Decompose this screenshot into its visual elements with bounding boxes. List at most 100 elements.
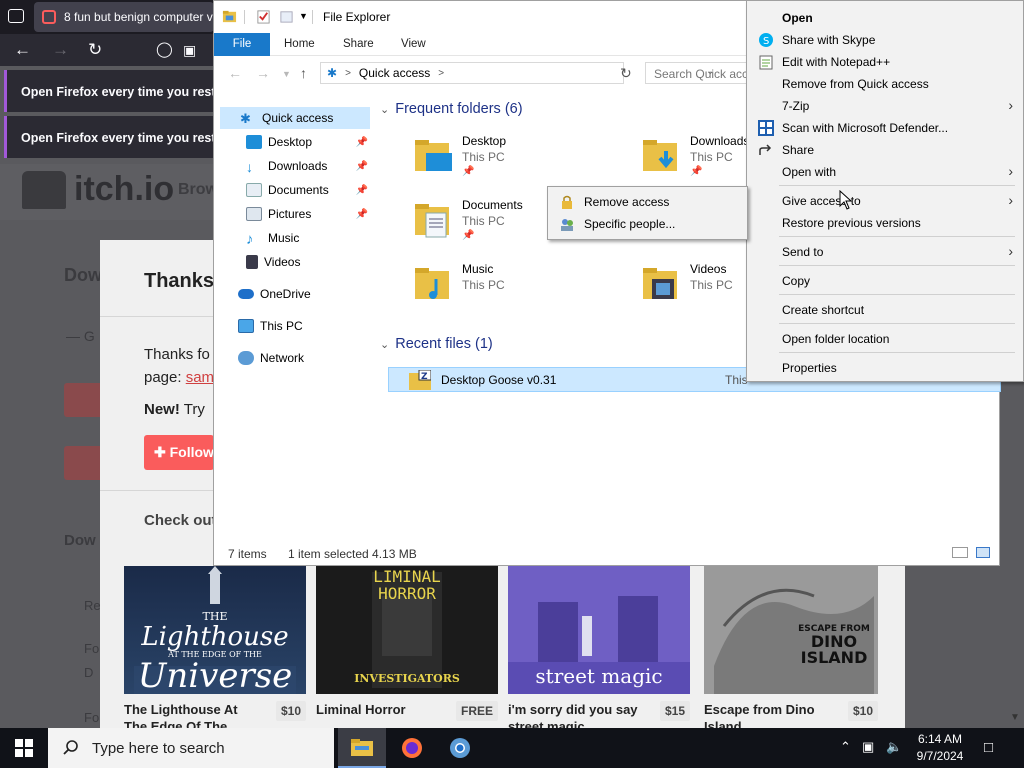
menu-item-restore-versions[interactable]: Restore previous versions xyxy=(749,212,1021,234)
properties-icon[interactable] xyxy=(256,9,271,24)
taskbar-search-box[interactable]: Type here to search xyxy=(48,728,334,768)
menu-item-open[interactable]: Open xyxy=(749,7,1021,29)
recent-locations-icon[interactable]: ▼ xyxy=(282,69,291,79)
game-card[interactable]: THE Lighthouse AT THE EDGE OF THE Univer… xyxy=(124,566,306,729)
game-card[interactable]: ESCAPE FROM DINO ISLAND Escape from Dino… xyxy=(704,566,878,729)
network-icon[interactable]: ▣ xyxy=(862,739,874,755)
menu-item-give-access[interactable]: Give access to › xyxy=(749,190,1021,212)
game-card[interactable]: street magic i'm sorry did you say stree… xyxy=(508,566,690,729)
chevron-down-icon[interactable]: ⌄ xyxy=(380,103,389,116)
taskbar-chrome[interactable] xyxy=(436,728,484,768)
tab-home[interactable]: Home xyxy=(284,33,315,56)
game-cover[interactable]: street magic xyxy=(508,566,690,694)
menu-item-7zip[interactable]: 7-Zip › xyxy=(749,95,1021,117)
new-text: Try xyxy=(179,401,205,418)
scroll-down-arrow-icon[interactable]: ▼ xyxy=(1010,712,1020,723)
forward-arrow-icon[interactable]: → xyxy=(256,65,270,81)
itch-favicon-icon xyxy=(42,10,56,24)
tab-file[interactable]: File xyxy=(214,33,270,56)
forward-arrow-icon[interactable]: → xyxy=(52,41,69,59)
menu-item-create-shortcut[interactable]: Create shortcut xyxy=(749,299,1021,321)
frequent-folders-header[interactable]: ⌄ Frequent folders (6) xyxy=(380,101,523,117)
game-card[interactable]: LIMINAL HORROR INVESTIGATORS Liminal Hor… xyxy=(316,566,498,721)
menu-item-remove-quick-access[interactable]: Remove from Quick access xyxy=(749,73,1021,95)
nav-item-pictures[interactable]: Pictures 📌 xyxy=(214,203,372,225)
menu-label: Remove from Quick access xyxy=(782,77,929,91)
tab-view[interactable]: View xyxy=(401,33,426,56)
search-placeholder: Type here to search xyxy=(92,739,225,757)
notification-icon[interactable]: □ xyxy=(984,739,993,756)
download-button[interactable] xyxy=(64,383,104,417)
browse-link[interactable]: Brow xyxy=(178,181,218,199)
start-button[interactable] xyxy=(0,728,48,768)
firefox-default-banner[interactable]: Open Firefox every time you resta xyxy=(4,70,214,112)
shield-icon[interactable]: ◯ xyxy=(156,41,173,59)
menu-item-remove-access[interactable]: Remove access xyxy=(550,191,746,213)
lock-icon[interactable]: ▣ xyxy=(183,41,196,59)
nav-item-quick-access[interactable]: ✱ Quick access xyxy=(220,107,370,129)
zip-folder-icon: Z xyxy=(409,369,431,390)
menu-item-open-folder-location[interactable]: Open folder location xyxy=(749,328,1021,350)
menu-item-edit-notepad[interactable]: Edit with Notepad++ xyxy=(749,51,1021,73)
menu-label: Share with Skype xyxy=(782,33,876,47)
chevron-down-icon[interactable]: ⌄ xyxy=(380,338,389,351)
game-cover[interactable]: THE Lighthouse AT THE EDGE OF THE Univer… xyxy=(124,566,306,694)
menu-item-send-to[interactable]: Send to › xyxy=(749,241,1021,263)
up-arrow-icon[interactable]: ↑ xyxy=(300,65,307,81)
chevron-right-icon[interactable]: > xyxy=(438,68,444,79)
itch-logo[interactable]: itch.io xyxy=(22,170,174,209)
reload-icon[interactable]: ↻ xyxy=(88,41,102,59)
game-cover[interactable]: ESCAPE FROM DINO ISLAND xyxy=(704,566,878,694)
menu-item-properties[interactable]: Properties xyxy=(749,357,1021,379)
follow-button[interactable]: ✚ Follow xyxy=(144,435,214,470)
chevron-up-icon[interactable]: ⌃ xyxy=(840,739,851,755)
modal-page-link[interactable]: sam xyxy=(186,369,214,386)
taskbar-firefox[interactable] xyxy=(388,728,436,768)
menu-item-share[interactable]: Share xyxy=(749,139,1021,161)
nav-item-this-pc[interactable]: This PC xyxy=(214,315,372,337)
list-all-tabs-icon[interactable] xyxy=(8,9,24,23)
game-cover[interactable]: LIMINAL HORROR INVESTIGATORS xyxy=(316,566,498,694)
volume-muted-icon[interactable]: 🔈 xyxy=(886,739,902,755)
nav-item-desktop[interactable]: Desktop 📌 xyxy=(214,131,372,153)
nav-item-videos[interactable]: Videos xyxy=(214,251,372,273)
folder-item-music[interactable]: Music This PC xyxy=(414,257,634,317)
address-path[interactable]: Quick access xyxy=(359,66,430,80)
window-title: File Explorer xyxy=(323,10,391,24)
menu-item-specific-people[interactable]: Specific people... xyxy=(550,213,746,235)
clock-date: 9/7/2024 xyxy=(916,749,964,763)
download-button[interactable] xyxy=(64,446,104,480)
refresh-icon[interactable]: ↻ xyxy=(620,65,632,82)
game-title[interactable]: The Lighthouse At The Edge Of The xyxy=(124,701,264,729)
nav-item-downloads[interactable]: ↓ Downloads 📌 xyxy=(214,155,372,177)
large-icons-view-icon[interactable] xyxy=(976,547,990,558)
chevron-right-icon[interactable]: > xyxy=(345,68,351,79)
recent-files-header[interactable]: ⌄ Recent files (1) xyxy=(380,336,493,352)
pin-icon: 📌 xyxy=(690,166,703,177)
browser-tab[interactable]: 8 fun but benign computer v xyxy=(34,2,214,32)
game-title[interactable]: Escape from Dino Island xyxy=(704,701,844,729)
folder-item-desktop[interactable]: Desktop This PC 📌 xyxy=(414,129,634,189)
nav-item-documents[interactable]: Documents 📌 xyxy=(214,179,372,201)
new-folder-icon[interactable] xyxy=(279,9,294,24)
menu-item-scan-defender[interactable]: Scan with Microsoft Defender... xyxy=(749,117,1021,139)
taskbar-file-explorer[interactable] xyxy=(338,728,386,768)
back-arrow-icon[interactable]: ← xyxy=(14,41,31,59)
clock[interactable]: 6:14 AM 9/7/2024 xyxy=(912,731,968,765)
game-title[interactable]: Liminal Horror xyxy=(316,701,456,729)
folder-icon xyxy=(222,10,237,23)
customize-toolbar-icon[interactable]: ▼ xyxy=(299,11,308,21)
back-arrow-icon[interactable]: ← xyxy=(228,65,242,81)
game-title[interactable]: i'm sorry did you say street magic xyxy=(508,701,648,729)
tab-share[interactable]: Share xyxy=(343,33,374,56)
firefox-default-banner[interactable]: Open Firefox every time you resta xyxy=(4,116,214,158)
menu-separator xyxy=(779,185,1015,186)
menu-item-open-with[interactable]: Open with › xyxy=(749,161,1021,183)
nav-item-onedrive[interactable]: OneDrive xyxy=(214,283,372,305)
menu-item-share-skype[interactable]: S Share with Skype xyxy=(749,29,1021,51)
nav-item-network[interactable]: Network xyxy=(214,347,372,369)
menu-item-copy[interactable]: Copy xyxy=(749,270,1021,292)
nav-item-music[interactable]: ♪ Music xyxy=(214,227,372,249)
address-bar[interactable]: ✱ > Quick access > ⌄ xyxy=(320,62,714,84)
details-view-icon[interactable] xyxy=(952,547,968,558)
